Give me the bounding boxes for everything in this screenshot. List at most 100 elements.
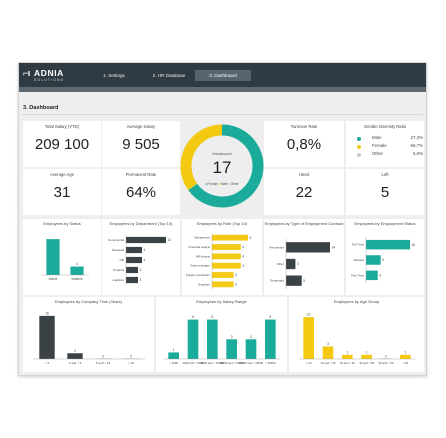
title-divider <box>22 114 423 115</box>
data-label: 3 <box>297 262 299 266</box>
bar <box>226 339 237 359</box>
chart-employees-by-age-group: Employees by Age Group 10 < 20 3 20 and < 3… <box>289 297 424 372</box>
data-label: 10 <box>307 313 311 317</box>
bar <box>126 246 142 254</box>
male-dot-icon <box>357 136 361 141</box>
kpi-hired: Hired 22 <box>264 169 344 215</box>
data-label: 0 <box>102 355 104 359</box>
chart-employees-by-role: Employees by Role (Top 10) Salesperson 5 F… <box>182 219 262 295</box>
data-label: 3 <box>327 342 329 346</box>
logo-mark-icon: ⌐ı <box>23 68 30 78</box>
legend-label: Other <box>372 151 383 156</box>
dashboard-window: ⌐ı ADNIA SOLUTIONS 1. Settings 2. HR Dat… <box>18 62 427 376</box>
bar <box>126 256 142 264</box>
category-label: Financial analyst <box>188 245 210 249</box>
kpi-average-age: Average Age 31 <box>23 169 101 215</box>
headcount-legend: ●Female ●Male ●Other <box>180 182 264 186</box>
bar <box>366 255 381 265</box>
bar <box>212 234 248 241</box>
tab-settings[interactable]: 1. Settings <box>95 70 133 81</box>
category-label: Sales manager <box>191 264 210 268</box>
category-label: 50 and < 60 <box>379 361 394 365</box>
brand-logo: ⌐ı ADNIA SOLUTIONS <box>23 67 73 84</box>
chart-svg: Full Time 15 Student 5 Part Time 4 <box>351 237 415 283</box>
legend-label: Female <box>372 143 387 148</box>
kpi-title: Average Salary <box>126 124 156 129</box>
category-label: Supply coordinator <box>186 273 210 277</box>
kpi-left: Left 5 <box>346 169 424 215</box>
kpi-value: 209 100 <box>34 136 90 153</box>
brand-name: ADNIA <box>34 68 64 78</box>
bar <box>322 346 334 359</box>
category-label: < 20 <box>306 361 312 365</box>
gender-diversity-title: Gender Diversity Ratio <box>363 124 407 129</box>
bar <box>212 253 241 260</box>
legend-male: Male <box>220 182 228 186</box>
legend-value: 27,3% <box>410 135 423 140</box>
bar <box>366 270 378 281</box>
bar <box>286 258 296 270</box>
bar <box>126 266 138 274</box>
data-label: 2 <box>74 349 76 353</box>
data-label: 1 <box>404 350 406 354</box>
category-label: Salesperson <box>194 236 210 240</box>
kpi-title: Left <box>381 172 389 177</box>
brand-subtitle: SOLUTIONS <box>34 78 65 82</box>
legend-other: Other <box>230 182 239 186</box>
kpi-title: Hired <box>298 172 309 177</box>
tab-hr-database[interactable]: 2. HR Database <box>147 70 191 81</box>
data-label: 14 <box>332 245 336 249</box>
bar <box>212 281 234 288</box>
category-label: 40 and < 50 <box>359 361 374 365</box>
bar <box>286 275 302 286</box>
kpi-value: 9 505 <box>122 136 160 153</box>
data-label: 1 <box>366 350 368 354</box>
chart-svg: Commercial 10 Financial 4 HR 4 Projects 3 Logist… <box>108 235 172 285</box>
category-label: 20 and < 30 <box>321 361 336 365</box>
data-label: 3 <box>231 335 233 339</box>
headcount-value: 17 <box>212 158 232 177</box>
kpi-title: Permanent Rate <box>125 172 157 177</box>
data-label: 15 <box>45 311 49 315</box>
bar <box>187 319 199 359</box>
data-label: 3 <box>140 278 142 282</box>
tab-dashboard[interactable]: 3. Dashboard <box>195 70 251 81</box>
gender-diversity-legend: Male 27,3% Female 66,7% Other 6,0% <box>354 135 423 159</box>
bar <box>342 354 353 359</box>
page-title: 3. Dashboard <box>23 105 59 111</box>
kpi-title: Total Salary (YTD) <box>44 124 80 129</box>
category-label: Part Time <box>351 273 364 277</box>
bar <box>207 319 218 359</box>
kpi-value: 31 <box>53 184 71 201</box>
category-label: < 2 <box>45 361 50 365</box>
legend-value: 66,7% <box>410 143 423 148</box>
legend-value: 6,0% <box>412 151 423 156</box>
data-label: 6 <box>192 315 194 319</box>
bar <box>366 239 410 250</box>
bar <box>126 236 166 244</box>
category-label: > 10 <box>128 361 134 365</box>
data-label: 4 <box>144 258 146 262</box>
bar <box>265 319 276 359</box>
kpi-value: 22 <box>295 184 313 201</box>
category-label: 2 and < 5 <box>69 361 82 365</box>
bar <box>303 317 314 359</box>
bar <box>245 339 257 359</box>
category-label: Active <box>49 277 58 281</box>
data-label: 0 <box>385 355 387 359</box>
headcount-label: Headcount <box>212 151 232 156</box>
kpi-value: 64% <box>125 184 157 201</box>
bar <box>46 239 60 275</box>
category-label: Financial <box>112 248 124 252</box>
category-label: Commercial <box>108 238 124 242</box>
data-label: 5 <box>303 279 305 283</box>
data-label: 4 <box>379 273 381 277</box>
data-label: 4 <box>76 262 78 266</box>
data-label: 3 <box>140 268 142 272</box>
category-label: Projects <box>113 268 124 272</box>
data-label: 10 <box>168 238 172 242</box>
chart-employees-by-salary-range: Employees by Salary Range 1 < 2000 6 2000 a… <box>156 297 287 372</box>
category-label: 5 and < 10 <box>96 361 111 365</box>
category-label: > 60 <box>403 361 409 365</box>
kpi-total-salary: Total Salary (YTD) 209 100 <box>23 121 101 167</box>
